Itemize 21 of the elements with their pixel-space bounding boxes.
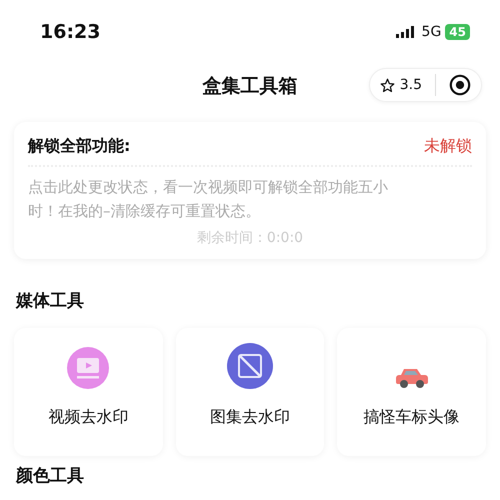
network-label: 5G xyxy=(422,24,442,40)
target-icon[interactable] xyxy=(449,74,471,96)
unlock-status: 未解锁 xyxy=(424,136,472,157)
battery-level: 45 xyxy=(445,24,470,40)
app-title: 盒集工具箱 xyxy=(202,74,298,99)
rating-value[interactable]: 3.5 xyxy=(400,77,422,93)
tool-label: 视频去水印 xyxy=(48,407,128,428)
tool-tile[interactable]: 视频去水印 xyxy=(14,328,163,456)
unlock-title: 解锁全部功能: xyxy=(28,136,130,157)
tool-label: 图集去水印 xyxy=(210,407,290,428)
section-title: 媒体工具 xyxy=(16,290,85,312)
tool-tile[interactable]: 图集去水印 xyxy=(176,328,324,456)
tool-tile[interactable]: 搞怪车标头像 xyxy=(337,328,486,456)
video-icon xyxy=(67,347,110,389)
tool-label: 搞怪车标头像 xyxy=(364,407,460,428)
no-image-icon xyxy=(227,343,273,389)
status-time: 16:23 xyxy=(40,21,100,43)
section-title: 颜色工具 xyxy=(16,465,85,487)
unlock-description: 点击此处更改状态，看一次视频即可解锁全部功能五小时！在我的–清除缓存可重置状态。 xyxy=(28,177,389,222)
star-icon xyxy=(380,78,395,92)
car-icon xyxy=(396,367,428,389)
